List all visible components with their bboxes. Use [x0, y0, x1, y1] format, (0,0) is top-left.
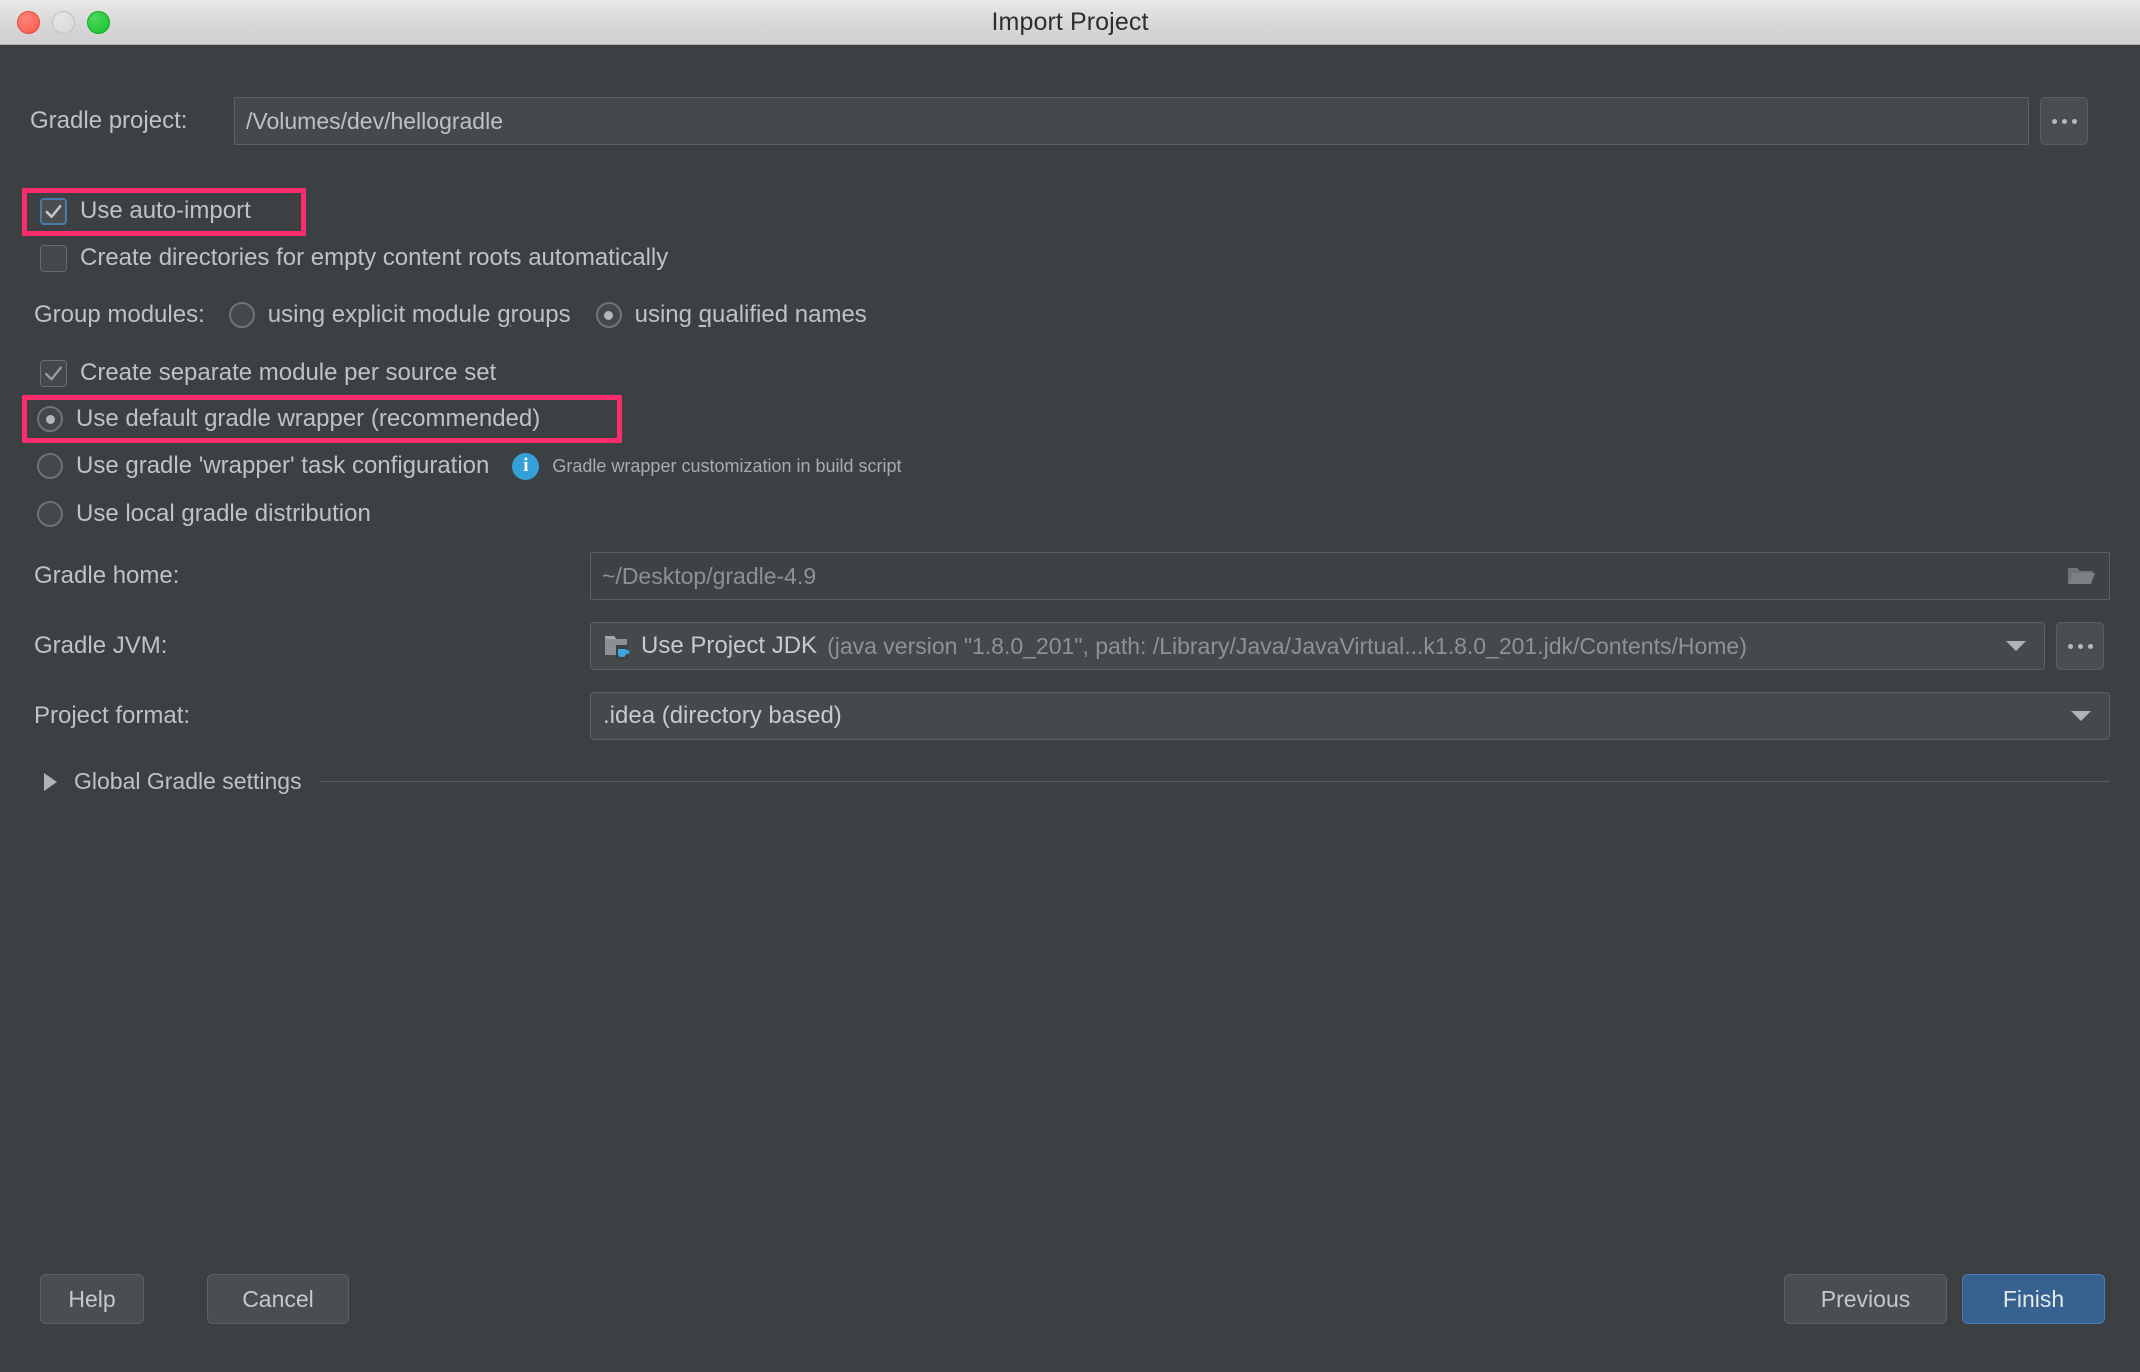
gradle-home-input[interactable]: ~/Desktop/gradle-4.9: [590, 552, 2110, 600]
using-explicit-module-groups-radio[interactable]: [228, 302, 255, 328]
checkbox-create-separate-module[interactable]: Create separate module per source set: [40, 359, 496, 387]
checkmark-icon: [45, 366, 62, 380]
close-button[interactable]: [17, 10, 40, 34]
finish-button[interactable]: Finish: [1962, 1274, 2105, 1324]
radio-use-gradle-wrapper-task[interactable]: Use gradle 'wrapper' task configuration …: [37, 452, 902, 480]
project-format-label: Project format:: [34, 702, 191, 729]
use-local-gradle-distribution-label: Use local gradle distribution: [76, 500, 371, 527]
folder-icon: [2068, 568, 2095, 584]
ellipsis-dot-icon: [2051, 118, 2057, 124]
info-icon[interactable]: i: [512, 452, 540, 480]
gradle-jvm-row: Gradle JVM: Use Project JDK (java versio…: [34, 622, 2110, 670]
cancel-button[interactable]: Cancel: [207, 1274, 349, 1324]
gradle-home-row: Gradle home: ~/Desktop/gradle-4.9: [34, 552, 2110, 600]
use-local-gradle-distribution-radio[interactable]: [37, 501, 63, 527]
chevron-right-icon[interactable]: [44, 772, 57, 791]
radio-use-default-gradle-wrapper[interactable]: Use default gradle wrapper (recommended): [37, 405, 540, 433]
minimize-button[interactable]: [52, 10, 75, 34]
checkmark-icon: [45, 204, 62, 218]
ellipsis-dot-icon: [2071, 118, 2077, 124]
dialog-body: Gradle project: /Volumes/dev/hellogradle…: [0, 45, 2140, 1372]
use-auto-import-label: Use auto-import: [80, 197, 251, 224]
use-default-gradle-wrapper-label: Use default gradle wrapper (recommended): [76, 405, 541, 432]
gradle-project-input[interactable]: /Volumes/dev/hellogradle: [234, 97, 2029, 145]
gradle-jvm-dropdown[interactable]: Use Project JDK (java version "1.8.0_201…: [590, 622, 2045, 670]
ellipsis-dot-icon: [2061, 118, 2067, 124]
group-modules-label: Group modules:: [34, 301, 205, 328]
project-format-dropdown[interactable]: .idea (directory based): [590, 692, 2110, 740]
use-gradle-wrapper-task-radio[interactable]: [37, 453, 63, 479]
create-directories-checkbox[interactable]: [40, 244, 67, 272]
using-qualified-names-label: using qualified names: [634, 301, 867, 328]
gradle-home-label: Gradle home:: [34, 562, 180, 589]
global-gradle-settings-section[interactable]: Global Gradle settings: [44, 768, 2110, 795]
create-separate-module-checkbox[interactable]: [40, 359, 67, 387]
window-titlebar: Import Project: [0, 0, 2140, 45]
create-directories-label: Create directories for empty content roo…: [80, 244, 669, 271]
gradle-home-value: ~/Desktop/gradle-4.9: [602, 562, 817, 589]
gradle-project-row: Gradle project: /Volumes/dev/hellogradle: [30, 97, 2110, 145]
maximize-button[interactable]: [87, 10, 110, 34]
jdk-folder-icon: [605, 635, 630, 659]
traffic-lights: [17, 10, 110, 34]
gradle-wrapper-hint-text: Gradle wrapper customization in build sc…: [552, 455, 902, 476]
create-separate-module-label: Create separate module per source set: [80, 359, 497, 386]
using-qualified-names-radio[interactable]: [595, 302, 622, 328]
help-button[interactable]: Help: [40, 1274, 144, 1324]
project-format-row: Project format: .idea (directory based): [34, 692, 2110, 740]
checkbox-use-auto-import[interactable]: Use auto-import: [40, 197, 251, 225]
radio-use-local-gradle-distribution[interactable]: Use local gradle distribution: [37, 500, 371, 528]
dialog-button-bar: Help Cancel Previous Finish: [0, 1242, 2140, 1372]
previous-button[interactable]: Previous: [1784, 1274, 1947, 1324]
window-title: Import Project: [991, 7, 1149, 36]
project-format-value: .idea (directory based): [603, 702, 842, 729]
chevron-down-icon[interactable]: [2071, 711, 2091, 721]
ellipsis-dot-icon: [2087, 643, 2093, 649]
group-modules-row: Group modules: using explicit module gro…: [34, 301, 867, 329]
gradle-project-label: Gradle project:: [30, 107, 188, 134]
section-divider: [318, 781, 2110, 782]
using-explicit-module-groups-label: using explicit module groups: [267, 301, 571, 328]
gradle-jvm-label: Gradle JVM:: [34, 632, 168, 659]
ellipsis-dot-icon: [2067, 643, 2073, 649]
gradle-jvm-value-detail: (java version "1.8.0_201", path: /Librar…: [827, 632, 1747, 659]
global-gradle-settings-label: Global Gradle settings: [74, 768, 302, 794]
chevron-down-icon[interactable]: [2006, 641, 2026, 651]
gradle-project-browse-button[interactable]: [2040, 97, 2088, 145]
use-gradle-wrapper-task-label: Use gradle 'wrapper' task configuration: [76, 452, 490, 479]
ellipsis-dot-icon: [2077, 643, 2083, 649]
use-default-gradle-wrapper-radio[interactable]: [37, 406, 63, 432]
checkbox-create-directories[interactable]: Create directories for empty content roo…: [40, 244, 668, 272]
gradle-jvm-value-main: Use Project JDK: [641, 632, 818, 659]
gradle-jvm-browse-button[interactable]: [2056, 622, 2104, 670]
gradle-home-browse-button[interactable]: [2059, 554, 2103, 598]
use-auto-import-checkbox[interactable]: [40, 197, 67, 225]
